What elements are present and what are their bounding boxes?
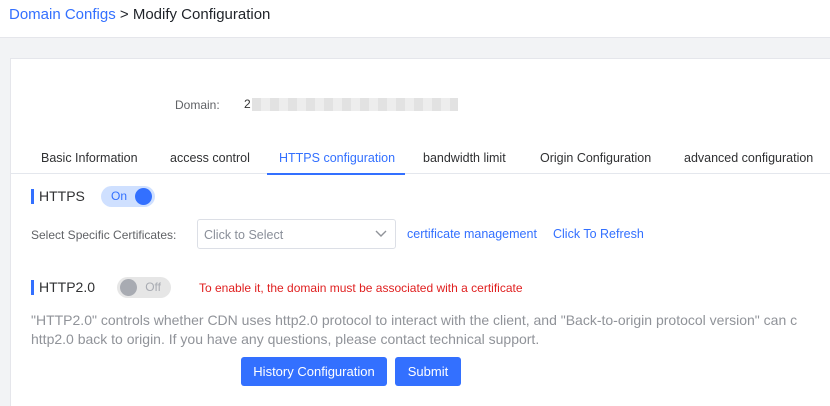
http2-description-line-2: http2.0 back to origin. If you have any …	[31, 331, 540, 347]
http2-toggle-label: Off	[145, 280, 161, 294]
domain-label: Domain:	[175, 98, 220, 112]
http2-section-marker	[31, 280, 34, 295]
chevron-down-icon	[375, 230, 387, 237]
certificate-management-link[interactable]: certificate management	[407, 227, 537, 241]
breadcrumb-domain-configs-link[interactable]: Domain Configs	[9, 6, 116, 23]
breadcrumb-separator: >	[119, 6, 129, 23]
tab-https-configuration[interactable]: HTTPS configuration	[266, 140, 406, 175]
https-section-title: HTTPS	[39, 188, 85, 204]
certificate-select[interactable]: Click to Select	[197, 219, 396, 249]
tab-advanced-configuration[interactable]: advanced configuration	[684, 140, 813, 174]
config-panel: Domain: 2 Basic Information access contr…	[10, 58, 830, 406]
breadcrumb-current: Modify Configuration	[132, 6, 271, 23]
certificate-select-placeholder: Click to Select	[204, 228, 284, 242]
refresh-link[interactable]: Click To Refresh	[553, 227, 644, 241]
tab-bandwidth-limit[interactable]: bandwidth limit	[423, 140, 506, 174]
config-tabs: Basic Information access control HTTPS c…	[11, 140, 830, 175]
https-toggle-knob	[135, 188, 152, 205]
http2-warning-text: To enable it, the domain must be associa…	[199, 281, 523, 295]
certificate-select-label: Select Specific Certificates:	[31, 228, 177, 242]
top-bar: Domain Configs > Modify Configuration	[0, 0, 830, 38]
http2-toggle-knob	[120, 279, 137, 296]
breadcrumb: Domain Configs > Modify Configuration	[9, 6, 270, 24]
http2-description-line-1: "HTTP2.0" controls whether CDN uses http…	[31, 312, 798, 328]
https-section-marker	[31, 189, 34, 204]
tab-basic-information[interactable]: Basic Information	[41, 140, 138, 174]
submit-button[interactable]: Submit	[395, 357, 461, 386]
domain-redacted-mask	[252, 98, 458, 111]
http2-toggle[interactable]: Off	[117, 277, 171, 298]
domain-value: 2	[244, 97, 251, 111]
https-toggle[interactable]: On	[101, 186, 155, 207]
https-toggle-label: On	[111, 189, 128, 203]
history-configuration-button[interactable]: History Configuration	[241, 357, 387, 386]
tab-origin-configuration[interactable]: Origin Configuration	[540, 140, 651, 174]
http2-section-title: HTTP2.0	[39, 279, 96, 295]
tab-access-control[interactable]: access control	[170, 140, 250, 174]
